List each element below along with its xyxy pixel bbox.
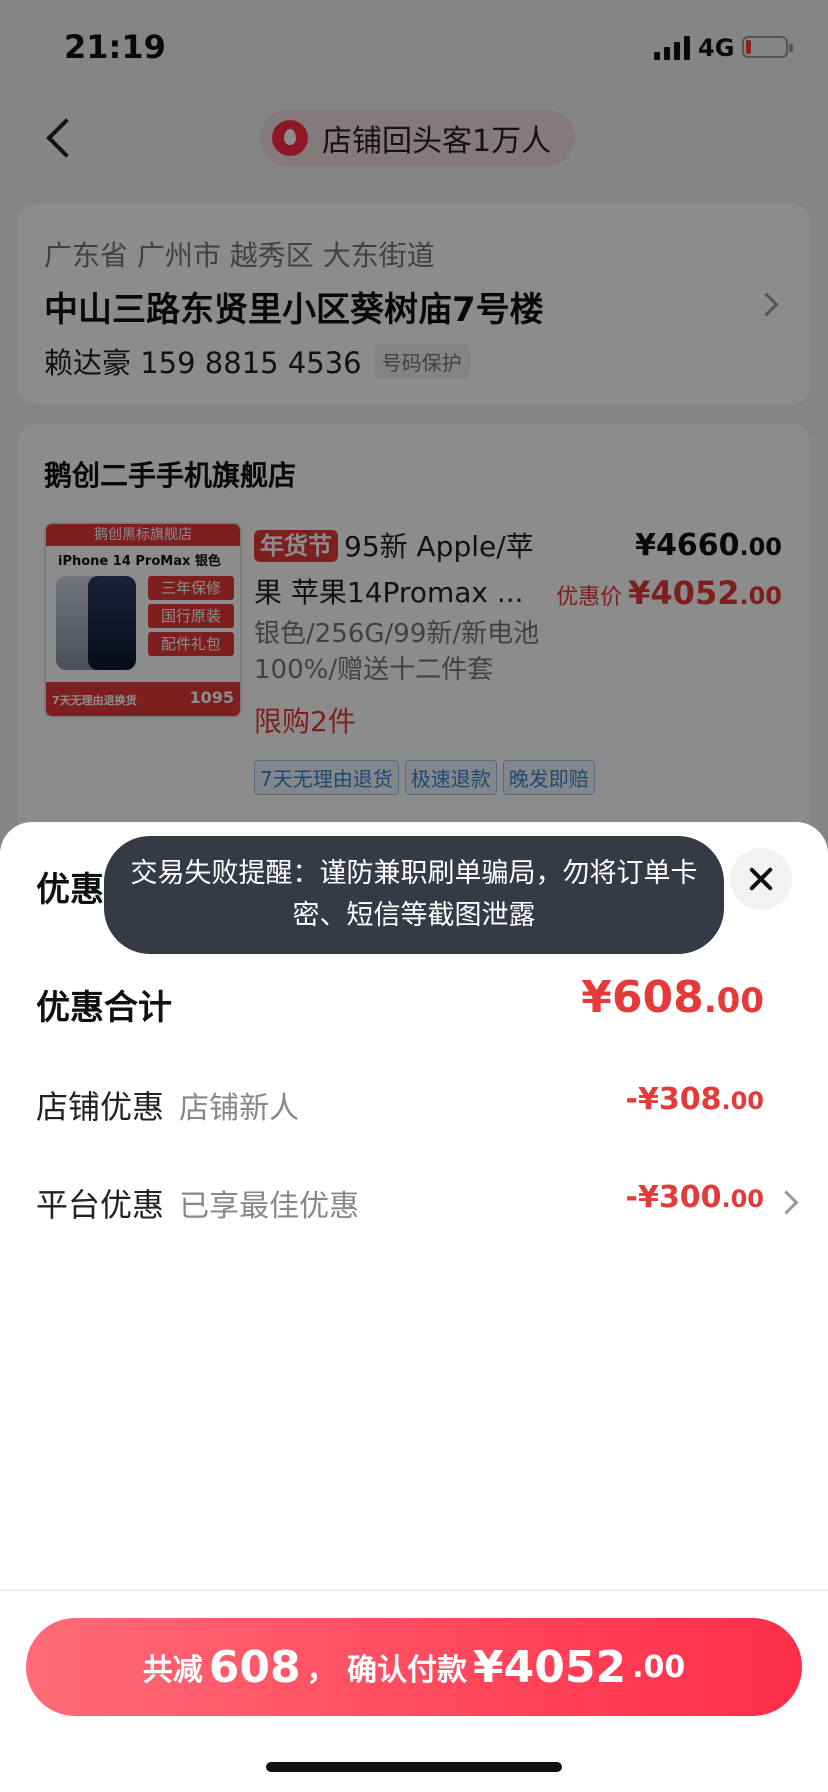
row-amount-dec: .00 <box>721 1087 764 1115</box>
row-amount: -¥308.00 <box>626 1082 764 1117</box>
total-amount: ¥608.00 <box>581 972 764 1023</box>
total-amount-int: ¥608 <box>581 972 704 1023</box>
chevron-right-icon <box>774 1190 799 1215</box>
shop-discount-row: 店铺优惠 店铺新人 -¥308.00 <box>36 1082 792 1128</box>
footer-divider <box>0 1590 828 1591</box>
total-label: 优惠合计 <box>36 988 172 1028</box>
pay-middle: ， 确认付款 <box>306 1653 468 1688</box>
pay-amount-int: ¥4052 <box>473 1641 627 1693</box>
row-label: 店铺优惠 <box>36 1088 165 1126</box>
row-amount: -¥300.00 <box>626 1180 764 1215</box>
platform-discount-row[interactable]: 平台优惠 已享最佳优惠 -¥300.00 <box>36 1180 799 1226</box>
row-sub: 已享最佳优惠 <box>179 1189 360 1224</box>
row-amount-dec: .00 <box>721 1185 764 1213</box>
discount-total-row: 优惠合计 ¥608.00 <box>36 972 792 1029</box>
row-sub: 店铺新人 <box>179 1091 300 1126</box>
row-label: 平台优惠 <box>36 1186 165 1224</box>
total-amount-dec: .00 <box>703 981 764 1021</box>
pay-amount-dec: .00 <box>632 1649 686 1685</box>
pay-reduce: 608 <box>208 1641 301 1693</box>
home-indicator[interactable] <box>266 1762 562 1772</box>
close-button[interactable] <box>730 848 792 910</box>
row-amount-int: -¥300 <box>625 1180 722 1215</box>
confirm-pay-button[interactable]: 共减 608 ， 确认付款 ¥4052.00 <box>26 1618 802 1716</box>
sheet-title: 优惠 <box>36 870 104 910</box>
fraud-warning-toast: 交易失败提醒：谨防兼职刷单骗局，勿将订单卡密、短信等截图泄露 <box>104 836 724 954</box>
row-amount-int: -¥308 <box>625 1082 722 1117</box>
pay-prefix: 共减 <box>142 1653 203 1688</box>
order-page: 21:19 4G 店铺回头客1万人 广东省 广州市 越秀区 大东街道 中山三路东… <box>0 0 828 1792</box>
